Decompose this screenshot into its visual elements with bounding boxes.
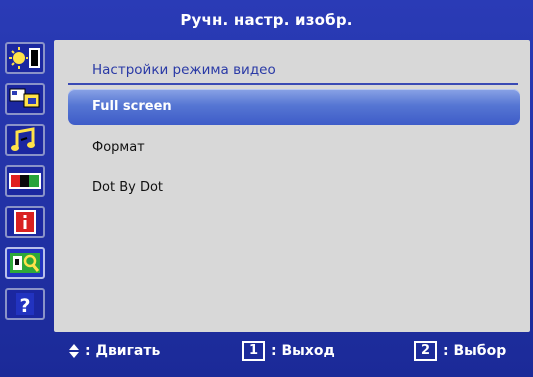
sidebar-item-audio[interactable] [5,124,45,156]
sidebar-item-brightness[interactable] [5,42,45,74]
sidebar-item-manual-image-setup[interactable] [5,247,45,279]
svg-text:?: ? [19,295,30,317]
sidebar-item-color[interactable] [5,165,45,197]
menu-item-label: Dot By Dot [92,180,163,195]
footer-select-hint[interactable]: 2 : Выбор [414,340,506,362]
footer-move-hint: : Двигать [68,340,160,362]
osd-sidebar: ? [3,40,49,330]
manual-image-setup-icon [10,253,40,273]
panel-divider [68,83,518,85]
exit-key: 1 [242,341,265,361]
move-label: : Двигать [85,343,161,359]
menu-item-dot-by-dot[interactable]: Dot By Dot [68,170,520,206]
settings-panel: Настройки режима видео Full screen Форма… [54,40,530,332]
sidebar-item-help[interactable]: ? [5,288,45,320]
osd-window: Ручн. настр. изобр. ? Настройки режима в… [0,0,533,377]
position-icon [9,88,40,108]
menu-item-label: Формат [92,140,145,155]
osd-title: Ручн. настр. изобр. [180,11,353,29]
menu-item-label: Full screen [92,99,172,114]
osd-footer: : Двигать 1 : Выход 2 : Выбор [0,336,533,366]
menu-item-format[interactable]: Формат [68,130,520,166]
menu-item-full-screen[interactable]: Full screen [68,89,520,125]
information-icon [14,210,36,234]
brightness-contrast-icon [9,47,40,69]
help-icon: ? [16,293,34,317]
exit-label: : Выход [271,343,335,359]
audio-icon [11,127,35,151]
up-down-arrows-icon [68,341,80,361]
color-icon [9,173,41,189]
footer-exit-hint[interactable]: 1 : Выход [242,340,335,362]
panel-title: Настройки режима видео [92,62,276,78]
select-key: 2 [414,341,437,361]
sidebar-item-information[interactable] [5,206,45,238]
select-label: : Выбор [443,343,507,359]
sidebar-item-position[interactable] [5,83,45,115]
